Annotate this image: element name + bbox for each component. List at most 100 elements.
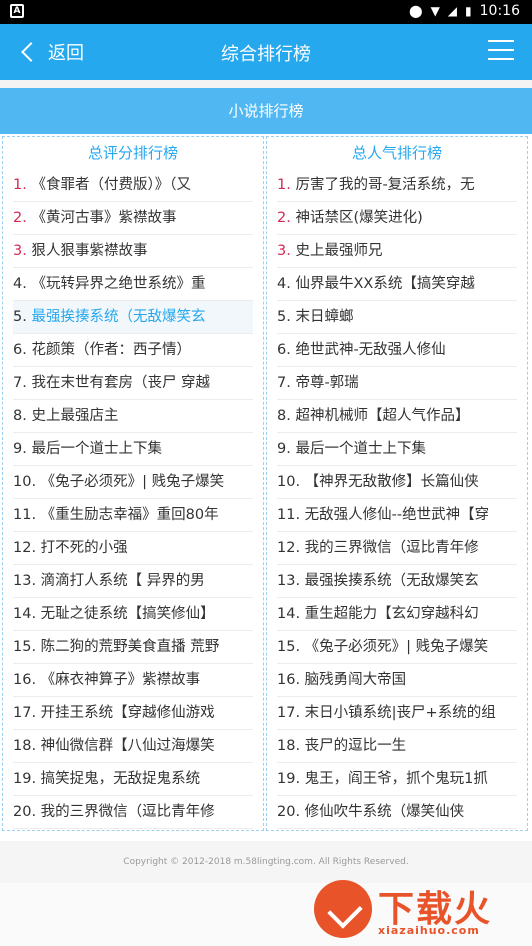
list-item[interactable]: 17. 开挂王系统【穿越修仙游戏 [13,697,253,730]
list-item[interactable]: 8. 史上最强店主 [13,400,253,433]
rank-number: 2. [13,210,27,226]
book-title: 《食罪者（付费版）》（又 [31,177,191,193]
list-item[interactable]: 6. 绝世武神-无敌强人修仙 [277,334,517,367]
rank-number: 4. [13,276,27,292]
list-item[interactable]: 20. 我的三界微信（逗比青年修 [13,796,253,829]
book-title: 《麻衣神算子》紫襟故事 [40,672,201,688]
rank-number: 5. [277,309,291,325]
book-title: 最后一个道士上下集 [295,441,426,457]
list-item[interactable]: 11. 无敌强人修仙--绝世武神【穿 [277,499,517,532]
rank-number: 15. [277,639,301,655]
book-title: 神话禁区(爆笑进化) [295,210,423,226]
book-title: 绝世武神-无敌强人修仙 [295,342,446,358]
popularity-ranking-panel: 总人气排行榜 1. 厉害了我的哥-复活系统，无 2. 神话禁区(爆笑进化) 3. 史… [266,136,528,831]
list-item[interactable]: 19. 搞笑捉鬼，无敌捉鬼系统 [13,763,253,796]
list-item[interactable]: 5. 最强挨揍系统（无敌爆笑玄 [13,301,253,334]
rank-number: 10. [13,474,37,490]
rank-number: 20. [13,804,37,820]
list-item[interactable]: 17. 末日小镇系统|丧尸+系统的组 [277,697,517,730]
book-title: 开挂王系统【穿越修仙游戏 [40,705,215,721]
list-item[interactable]: 9. 最后一个道士上下集 [277,433,517,466]
rank-number: 19. [277,771,301,787]
book-title: 打不死的小强 [40,540,128,556]
list-item[interactable]: 4. 《玩转异界之绝世系统》重 [13,268,253,301]
book-title: 重生超能力【玄幻穿越科幻 [304,606,479,622]
rating-ranking-title: 总评分排行榜 [87,144,178,162]
list-item[interactable]: 9. 最后一个道士上下集 [13,433,253,466]
rank-number: 14. [277,606,301,622]
list-item[interactable]: 7. 帝尊-郭瑞 [277,367,517,400]
rank-number: 2. [277,210,291,226]
section-banner: 小说排行榜 [0,88,532,134]
list-item[interactable]: 4. 仙界最牛XX系统【搞笑穿越 [277,268,517,301]
book-title: 《兔子必须死》| 贱兔子爆笑 [40,474,225,490]
book-title: 最强挨揍系统（无敌爆笑玄 [31,309,206,325]
rank-number: 3. [13,243,27,259]
list-item[interactable]: 15. 《兔子必须死》| 贱兔子爆笑 [277,631,517,664]
list-item[interactable]: 18. 神仙微信群【八仙过海爆笑 [13,730,253,763]
rank-number: 1. [277,177,291,193]
list-item[interactable]: 11. 《重生励志幸福》重回80年 [13,499,253,532]
book-title: 《黄河古事》紫襟故事 [31,210,177,226]
book-title: 超神机械师【超人气作品】 [295,408,470,424]
book-title: 最后一个道士上下集 [31,441,162,457]
list-item[interactable]: 14. 重生超能力【玄幻穿越科幻 [277,598,517,631]
list-item[interactable]: 19. 鬼王，阎王爷，抓个鬼玩1抓 [277,763,517,796]
wifi-icon: ▼ [430,4,440,18]
list-item[interactable]: 18. 丧尸的逗比一生 [277,730,517,763]
list-item[interactable]: 5. 末日蟑螂 [277,301,517,334]
rank-number: 17. [277,705,301,721]
list-item[interactable]: 3. 狠人狠事紫襟故事 [13,235,253,268]
list-item[interactable]: 1. 厉害了我的哥-复活系统，无 [277,169,517,202]
book-title: 狠人狠事紫襟故事 [31,243,148,259]
menu-icon-line [488,58,514,60]
list-item[interactable]: 7. 我在末世有套房（丧尸 穿越 [13,367,253,400]
book-title: 最强挨揍系统（无敌爆笑玄 [304,573,479,589]
book-title: 鬼王，阎王爷，抓个鬼玩1抓 [304,771,488,787]
list-item[interactable]: 12. 我的三界微信（逗比青年修 [277,532,517,565]
page-title: 综合排行榜 [221,44,311,65]
rank-number: 8. [277,408,291,424]
list-item[interactable]: 10. 《兔子必须死》| 贱兔子爆笑 [13,466,253,499]
status-bar: A ⬤ ▼ ◢ ▮ 10:16 [0,0,532,24]
rank-number: 13. [13,573,37,589]
rank-number: 4. [277,276,291,292]
rank-number: 6. [277,342,291,358]
rank-number: 17. [13,705,37,721]
rank-number: 9. [13,441,27,457]
book-title: 史上最强师兄 [295,243,383,259]
rank-number: 18. [277,738,301,754]
rank-number: 7. [277,375,291,391]
list-item[interactable]: 16. 《麻衣神算子》紫襟故事 [13,664,253,697]
list-item[interactable]: 3. 史上最强师兄 [277,235,517,268]
list-item[interactable]: 13. 滴滴打人系统【 异界的男 [13,565,253,598]
spacer [0,80,532,88]
book-title: 我的三界微信（逗比青年修 [40,804,215,820]
rank-number: 12. [13,540,37,556]
book-title: 花颜策（作者：西子情） [31,342,191,358]
watermark-domain: xiazaihuo.com [378,924,480,937]
book-title: 《重生励志幸福》重回80年 [40,507,219,523]
book-title: 滴滴打人系统【 异界的男 [40,573,205,589]
watermark-logo: 下载火 xiazaihuo.com [314,878,524,942]
rank-number: 13. [277,573,301,589]
list-item[interactable]: 15. 陈二狗的荒野美食直播 荒野 [13,631,253,664]
book-title: 我的三界微信（逗比青年修 [304,540,479,556]
book-title: 末日小镇系统|丧尸+系统的组 [304,705,496,721]
list-item[interactable]: 13. 最强挨揍系统（无敌爆笑玄 [277,565,517,598]
list-item[interactable]: 14. 无耻之徒系统【搞笑修仙】 [13,598,253,631]
menu-icon-line [488,49,514,51]
list-item[interactable]: 16. 脑残勇闯大帝国 [277,664,517,697]
list-item[interactable]: 10. 【神界无敌散修】长篇仙侠 [277,466,517,499]
list-item[interactable]: 1. 《食罪者（付费版）》（又 [13,169,253,202]
book-title: 《兔子必须死》| 贱兔子爆笑 [304,639,489,655]
list-item[interactable]: 2. 《黄河古事》紫襟故事 [13,202,253,235]
list-item[interactable]: 20. 修仙吹牛系统（爆笑仙侠 [277,796,517,829]
menu-button[interactable] [488,40,514,62]
book-title: 末日蟑螂 [295,309,354,325]
list-item[interactable]: 12. 打不死的小强 [13,532,253,565]
rank-number: 6. [13,342,27,358]
list-item[interactable]: 8. 超神机械师【超人气作品】 [277,400,517,433]
list-item[interactable]: 2. 神话禁区(爆笑进化) [277,202,517,235]
list-item[interactable]: 6. 花颜策（作者：西子情） [13,334,253,367]
